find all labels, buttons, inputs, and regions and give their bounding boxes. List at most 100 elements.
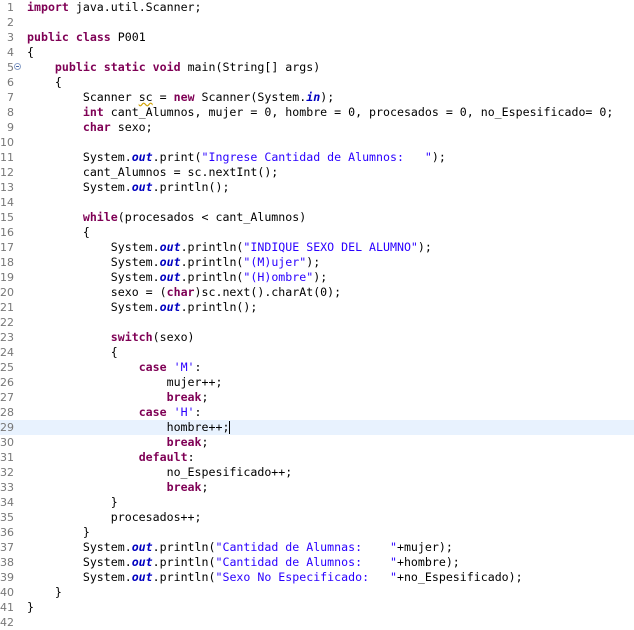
code-token: System. <box>27 240 160 254</box>
code-line[interactable]: 27 break; <box>0 390 634 405</box>
line-number: 26 <box>0 376 14 389</box>
code-text: System.out.println("Cantidad de Alumnos:… <box>27 555 460 570</box>
code-line[interactable]: 36 } <box>0 525 634 540</box>
code-token: sexo; <box>110 120 153 134</box>
code-token: System. <box>27 555 132 569</box>
code-editor[interactable]: 1 import java.util.Scanner; 2 3 public class… <box>0 0 634 629</box>
keyword-token: case <box>138 405 167 419</box>
line-number: 5 <box>7 61 14 74</box>
code-line[interactable]: 30 break; <box>0 435 634 450</box>
code-text: default: <box>27 450 195 465</box>
code-line[interactable]: 12 cant_Alumnos = sc.nextInt(); <box>0 165 634 180</box>
code-line[interactable]: 9 char sexo; <box>0 120 634 135</box>
code-line[interactable]: 35 procesados++; <box>0 510 634 525</box>
code-line[interactable]: 42 <box>0 615 634 630</box>
code-token: System. <box>27 570 132 584</box>
code-token: ); <box>417 240 432 254</box>
code-line[interactable]: 15 while(procesados < cant_Alumnos) <box>0 210 634 225</box>
code-text: System.out.println("(M)ujer"); <box>27 255 320 270</box>
code-line[interactable]: 23 switch(sexo) <box>0 330 634 345</box>
code-token: .println( <box>180 240 244 254</box>
keyword-token: class <box>75 30 111 44</box>
code-line[interactable]: 19 System.out.println("(H)ombre"); <box>0 270 634 285</box>
code-line[interactable]: 16 { <box>0 225 634 240</box>
code-text: switch(sexo) <box>27 330 195 345</box>
code-token: } <box>27 600 34 614</box>
code-line[interactable]: 18 System.out.println("(M)ujer"); <box>0 255 634 270</box>
code-token: ; <box>201 390 209 404</box>
code-line[interactable]: 6 { <box>0 75 634 90</box>
static-field-token: out <box>131 150 153 164</box>
keyword-token: void <box>152 60 181 74</box>
code-token: .println( <box>152 540 216 554</box>
code-token: +hombre); <box>396 555 460 569</box>
code-line[interactable]: 32 no_Espesificado++; <box>0 465 634 480</box>
code-line[interactable]: 13 System.out.println(); <box>0 180 634 195</box>
line-number: 9 <box>7 121 14 134</box>
code-line[interactable]: 11 System.out.print("Ingrese Cantidad de… <box>0 150 634 165</box>
collapse-fold-icon[interactable] <box>14 63 21 70</box>
line-number: 20 <box>0 286 14 299</box>
code-token: P001 <box>110 30 146 44</box>
string-literal-token: "(M)ujer" <box>243 255 307 269</box>
line-number: 11 <box>0 151 14 164</box>
code-line[interactable]: 21 System.out.println(); <box>0 300 634 315</box>
code-token: .println( <box>180 270 244 284</box>
string-literal-token: 'H' <box>173 405 195 419</box>
code-line[interactable]: 28 case 'H': <box>0 405 634 420</box>
line-number: 27 <box>0 391 14 404</box>
text-caret <box>229 421 231 434</box>
code-text: Scanner sc = new Scanner(System.in); <box>27 90 334 105</box>
code-line[interactable]: 41} <box>0 600 634 615</box>
code-line[interactable]: 5 public static void main(String[] args) <box>0 60 634 75</box>
code-line-current[interactable]: 29 hombre++; <box>0 420 634 435</box>
code-line[interactable]: 26 mujer++; <box>0 375 634 390</box>
line-number: 15 <box>0 211 14 224</box>
line-number: 21 <box>0 301 14 314</box>
line-number: 17 <box>0 241 14 254</box>
code-line[interactable]: 20 sexo = (char)sc.next().charAt(0); <box>0 285 634 300</box>
code-line[interactable]: 10 <box>0 135 634 150</box>
code-token: cant_Alumnos = sc.nextInt(); <box>27 165 279 179</box>
code-line[interactable]: 8 int cant_Alumnos, mujer = 0, hombre = … <box>0 105 634 120</box>
code-text: mujer++; <box>27 375 223 390</box>
code-line[interactable]: 4{ <box>0 45 634 60</box>
code-line[interactable]: 31 default: <box>0 450 634 465</box>
code-text: { <box>27 345 118 360</box>
code-text: break; <box>27 480 209 495</box>
code-line[interactable]: 25 case 'M': <box>0 360 634 375</box>
code-line[interactable]: 24 { <box>0 345 634 360</box>
code-line[interactable]: 17 System.out.println("INDIQUE SEXO DEL … <box>0 240 634 255</box>
code-token: Scanner(System. <box>194 90 307 104</box>
line-number: 3 <box>7 31 14 44</box>
code-line[interactable]: 14 <box>0 195 634 210</box>
keyword-token: case <box>138 360 167 374</box>
code-line[interactable]: 34 } <box>0 495 634 510</box>
code-token: no_Espesificado++; <box>27 465 293 479</box>
code-line[interactable]: 22 <box>0 315 634 330</box>
code-line[interactable]: 1 import java.util.Scanner; <box>0 0 634 15</box>
code-token: ); <box>320 90 335 104</box>
code-line[interactable]: 33 break; <box>0 480 634 495</box>
code-line[interactable]: 40 } <box>0 585 634 600</box>
code-text: System.out.println(); <box>27 300 258 315</box>
code-line[interactable]: 38 System.out.println("Cantidad de Alumn… <box>0 555 634 570</box>
code-line[interactable]: 2 <box>0 15 634 30</box>
code-text: { <box>27 225 90 240</box>
code-line[interactable]: 3 public class P001 <box>0 30 634 45</box>
code-line[interactable]: 39 System.out.println("Sexo No Especific… <box>0 570 634 585</box>
code-line[interactable]: 37 System.out.println("Cantidad de Alumn… <box>0 540 634 555</box>
code-token: } <box>27 585 62 599</box>
keyword-token: break <box>166 480 202 494</box>
static-field-token: out <box>159 300 181 314</box>
code-token: .println(); <box>180 300 258 314</box>
line-number: 13 <box>0 181 14 194</box>
code-token: System. <box>27 150 132 164</box>
code-line[interactable]: 7 Scanner sc = new Scanner(System.in); <box>0 90 634 105</box>
code-token: hombre++; <box>27 420 230 434</box>
keyword-token: switch <box>110 330 153 344</box>
code-token: = <box>152 90 174 104</box>
